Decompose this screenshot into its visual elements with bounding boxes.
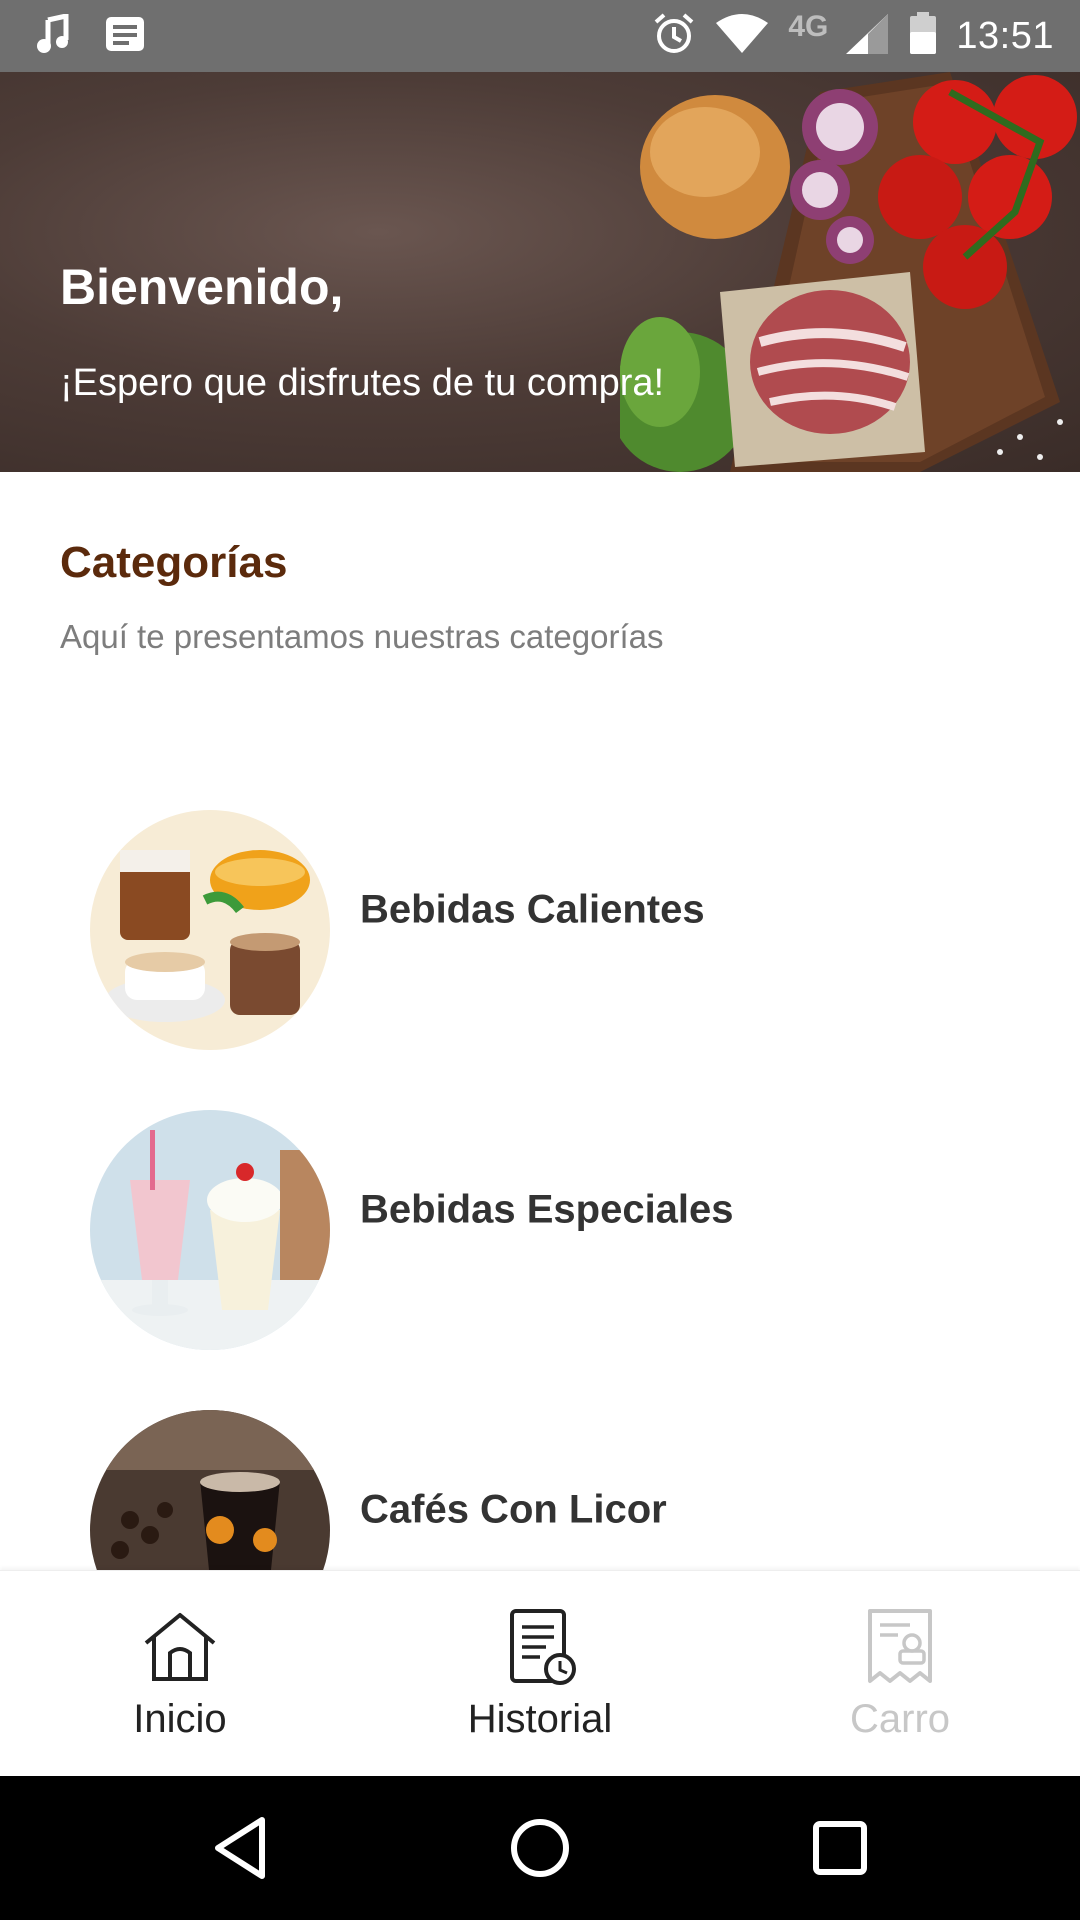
- recents-icon[interactable]: [798, 1806, 882, 1890]
- welcome-subtitle: ¡Espero que disfrutes de tu compra!: [60, 362, 665, 404]
- special-drinks-thumbnail: [90, 1110, 330, 1350]
- cell-signal-icon: [846, 13, 890, 59]
- nav-label: Carro: [849, 1697, 951, 1741]
- category-item-bebidas-especiales[interactable]: Bebidas Especiales: [0, 1080, 1080, 1350]
- category-list: Bebidas Calientes Bebidas Especiales Caf…: [0, 780, 1080, 1570]
- bottom-navigation: Inicio Historial Carro: [0, 1570, 1080, 1776]
- category-item-cafes-con-licor[interactable]: Cafés Con Licor: [0, 1380, 1080, 1570]
- categories-title: Categorías: [60, 538, 288, 587]
- home-icon: [144, 1613, 216, 1681]
- clock: 13:51: [956, 14, 1054, 57]
- nav-label: Inicio: [133, 1697, 227, 1741]
- wifi-icon: [714, 13, 770, 60]
- back-icon[interactable]: [200, 1806, 284, 1890]
- history-icon: [510, 1609, 576, 1685]
- welcome-banner: Bienvenido, ¡Espero que disfrutes de tu …: [0, 72, 1080, 472]
- category-item-bebidas-calientes[interactable]: Bebidas Calientes: [0, 780, 1080, 1050]
- burger-ingredients-image: [620, 72, 1077, 472]
- nav-label: Historial: [467, 1697, 613, 1741]
- cart-receipt-icon: [868, 1609, 932, 1683]
- network-type-label: 4G: [788, 10, 829, 43]
- home-circle-icon[interactable]: [498, 1806, 582, 1890]
- hot-drinks-thumbnail: [90, 810, 330, 1050]
- liquor-coffee-thumbnail: [90, 1410, 330, 1570]
- nav-item-carro[interactable]: Carro: [720, 1571, 1080, 1777]
- nav-item-historial[interactable]: Historial: [360, 1571, 720, 1777]
- category-label: Bebidas Especiales: [360, 1187, 734, 1232]
- welcome-title: Bienvenido,: [60, 259, 344, 315]
- system-navigation-bar: [0, 1776, 1080, 1920]
- nav-item-inicio[interactable]: Inicio: [0, 1571, 360, 1777]
- alarm-icon: [652, 12, 696, 61]
- document-icon: [104, 15, 146, 58]
- categories-subtitle: Aquí te presentamos nuestras categorías: [60, 618, 664, 655]
- battery-icon: [908, 11, 938, 61]
- category-label: Cafés Con Licor: [360, 1487, 667, 1532]
- status-bar: 4G 13:51: [0, 0, 1080, 72]
- music-note-icon: [34, 12, 76, 59]
- category-label: Bebidas Calientes: [360, 887, 705, 932]
